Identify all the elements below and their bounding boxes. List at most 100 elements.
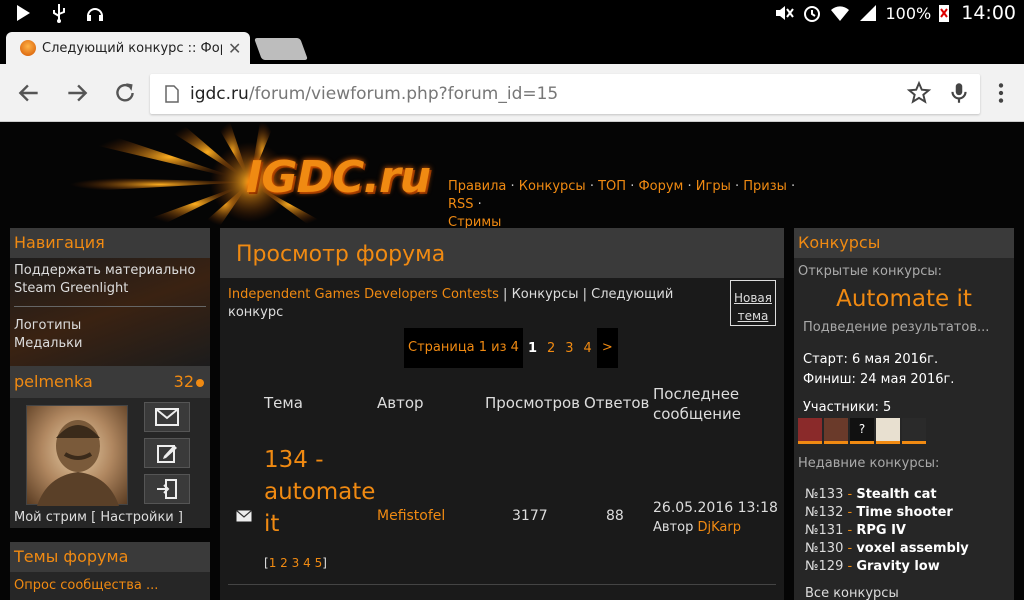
participant-avatar[interactable] bbox=[798, 418, 822, 444]
my-stream-link[interactable]: Мой стрим bbox=[14, 510, 87, 525]
page-3[interactable]: 3 bbox=[560, 329, 578, 368]
last-post-author[interactable]: DjKarp bbox=[697, 520, 740, 535]
breadcrumb: Independent Games Developers Contests | … bbox=[228, 287, 674, 320]
nav-rss[interactable]: RSS bbox=[448, 197, 474, 212]
mail-icon bbox=[236, 510, 252, 522]
battery-percent: 100% bbox=[885, 3, 932, 23]
topic-last-post: 26.05.2016 13:18 Автор DjKarp bbox=[653, 498, 778, 538]
avatar-portrait-icon bbox=[37, 420, 119, 506]
page-4[interactable]: 4 bbox=[579, 329, 597, 368]
all-contests-link[interactable]: Все конкурсы bbox=[805, 586, 899, 600]
participant-avatar-unknown[interactable]: ? bbox=[850, 418, 874, 444]
nav-contests[interactable]: Конкурсы bbox=[519, 179, 586, 194]
user-links: Мой стрим [ Настройки ] bbox=[14, 510, 183, 525]
topic-title[interactable]: 134 - automate it bbox=[264, 444, 375, 540]
breadcrumb-root[interactable]: Independent Games Developers Contests bbox=[228, 287, 499, 302]
list-item[interactable]: №132 - Time shooter bbox=[805, 504, 969, 522]
topic-views: 3177 bbox=[512, 508, 548, 524]
topic-page-3[interactable]: 3 bbox=[292, 556, 300, 570]
settings-link[interactable]: Настройки bbox=[100, 510, 173, 525]
coin-icon bbox=[196, 379, 204, 387]
topic-page-1[interactable]: 1 bbox=[269, 556, 277, 570]
url-path: /forum/viewforum.php?forum_id=15 bbox=[248, 84, 559, 104]
nav-top[interactable]: ТОП bbox=[598, 179, 626, 194]
participants-count: Участники: 5 bbox=[803, 400, 892, 415]
nav-games[interactable]: Игры bbox=[696, 179, 731, 194]
new-tab-button[interactable] bbox=[253, 38, 309, 60]
site-logo[interactable]: IGDC.ru bbox=[246, 152, 431, 203]
alarm-icon bbox=[804, 6, 821, 22]
envelope-icon bbox=[155, 408, 179, 426]
forward-icon[interactable] bbox=[64, 80, 90, 106]
page-1: 1 bbox=[527, 340, 537, 356]
nav-item-greenlight[interactable]: Steam Greenlight bbox=[14, 280, 206, 298]
navigation-body: Поддержать материально Steam Greenlight … bbox=[10, 258, 210, 366]
back-icon[interactable] bbox=[16, 80, 42, 106]
list-item[interactable]: №130 - voxel assembly bbox=[805, 540, 969, 558]
clock: 14:00 bbox=[961, 2, 1016, 24]
topic-page-5[interactable]: 5 bbox=[315, 556, 323, 570]
col-views: Просмотров bbox=[485, 394, 580, 412]
nav-item-donate[interactable]: Поддержать материально bbox=[14, 262, 206, 280]
forum-themes-header: Темы форума bbox=[10, 542, 210, 572]
headphones-icon bbox=[87, 8, 103, 21]
row-divider bbox=[228, 584, 776, 585]
next-page-button[interactable]: > bbox=[596, 328, 618, 368]
contests-header: Конкурсы bbox=[794, 228, 1014, 258]
left-sidebar: Навигация Поддержать материально Steam G… bbox=[10, 228, 210, 600]
new-topic-label: Новая тема bbox=[733, 291, 772, 323]
list-item[interactable]: №129 - Gravity low bbox=[805, 558, 969, 576]
play-icon bbox=[17, 5, 30, 21]
menu-dots-icon[interactable] bbox=[988, 80, 1014, 106]
list-item[interactable]: №131 - RPG IV bbox=[805, 522, 969, 540]
current-contest-title[interactable]: Automate it bbox=[794, 286, 1014, 312]
microphone-icon[interactable] bbox=[946, 80, 972, 106]
contest-finish: Финиш: 24 мая 2016г. bbox=[803, 372, 955, 387]
browser-toolbar: igdc.ru/forum/viewforum.php?forum_id=15 bbox=[0, 64, 1024, 122]
avatar[interactable] bbox=[26, 405, 128, 506]
url-host: igdc.ru bbox=[190, 84, 249, 104]
nav-forum[interactable]: Форум bbox=[638, 179, 683, 194]
forum-header: Просмотр форума bbox=[220, 228, 784, 278]
participant-avatar[interactable] bbox=[876, 418, 900, 444]
topic-author[interactable]: Mefistofel bbox=[377, 508, 445, 524]
wifi-icon bbox=[831, 6, 850, 21]
theme-link[interactable]: Опрос сообщества ... bbox=[14, 578, 158, 593]
list-item[interactable]: №133 - Stealth cat bbox=[805, 486, 969, 504]
recent-contests-label: Недавние конкурсы: bbox=[798, 456, 940, 471]
user-points: 32 bbox=[174, 372, 204, 391]
nav-divider bbox=[14, 306, 206, 307]
contest-dates: Старт: 6 мая 2016г. Финиш: 24 мая 2016г. bbox=[803, 350, 954, 390]
new-topic-button[interactable]: Новая тема bbox=[730, 280, 776, 326]
edit-profile-button[interactable] bbox=[144, 438, 190, 468]
topic-page-2[interactable]: 2 bbox=[280, 556, 288, 570]
participant-avatar[interactable] bbox=[824, 418, 848, 444]
bookmark-star-icon[interactable] bbox=[906, 80, 932, 106]
col-author: Автор bbox=[377, 394, 424, 412]
tab-active[interactable]: Следующий конкурс :: Форум ✕ bbox=[6, 32, 250, 64]
messages-button[interactable] bbox=[144, 402, 190, 432]
address-bar[interactable]: igdc.ru/forum/viewforum.php?forum_id=15 bbox=[150, 74, 980, 114]
nav-rules[interactable]: Правила bbox=[448, 179, 506, 194]
participant-avatar[interactable] bbox=[902, 418, 926, 444]
logout-button[interactable] bbox=[144, 474, 190, 504]
username[interactable]: pelmenka bbox=[14, 372, 93, 391]
tab-strip: Следующий конкурс :: Форум ✕ bbox=[0, 26, 1024, 64]
topic-page-4[interactable]: 4 bbox=[303, 556, 311, 570]
tab-title: Следующий конкурс :: Форум bbox=[42, 40, 222, 56]
reload-icon[interactable] bbox=[112, 80, 138, 106]
last-post-date[interactable]: 26.05.2016 13:18 bbox=[653, 498, 778, 518]
user-panel: Мой стрим [ Настройки ] bbox=[10, 398, 210, 528]
page-2[interactable]: 2 bbox=[542, 329, 560, 368]
nav-prizes[interactable]: Призы bbox=[743, 179, 787, 194]
col-last-post: Последнее сообщение bbox=[653, 385, 741, 423]
page-icon bbox=[165, 85, 179, 103]
page-indicator: Страница 1 из 4 bbox=[404, 328, 523, 368]
nav-item-logos[interactable]: Логотипы bbox=[14, 317, 206, 335]
nav-item-medals[interactable]: Медальки bbox=[14, 335, 206, 353]
close-tab-icon[interactable]: ✕ bbox=[228, 39, 241, 58]
table-row: 134 - automate it [1 2 3 4 5] Mefistofel… bbox=[220, 444, 784, 574]
user-header: pelmenka 32 bbox=[10, 366, 210, 398]
forum-themes-body: Опрос сообщества ... bbox=[10, 572, 210, 600]
mute-icon bbox=[776, 6, 795, 20]
